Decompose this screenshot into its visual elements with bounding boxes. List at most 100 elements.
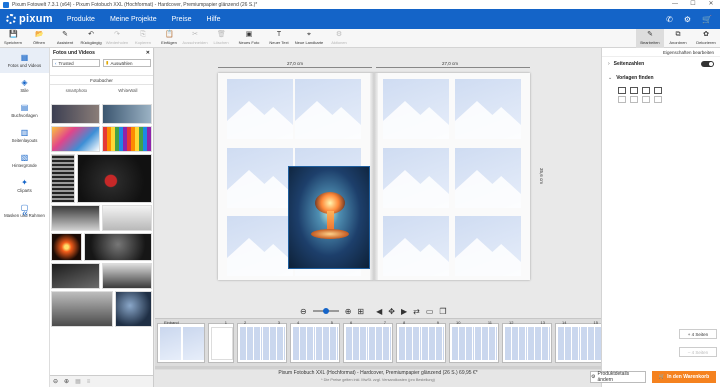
- spread-thumbnail[interactable]: 45: [290, 320, 340, 363]
- toolbar-button-wand[interactable]: ✎ Assistent: [52, 29, 78, 48]
- template-filter-8[interactable]: [654, 96, 662, 103]
- zoom-handle[interactable]: [322, 308, 329, 314]
- toolbar-button-new-text[interactable]: T Neuer Text: [264, 29, 294, 48]
- toolbar-button-redo[interactable]: ↷ Wiederholen: [104, 29, 130, 48]
- template-filter-4[interactable]: [654, 87, 662, 94]
- maximize-button[interactable]: ☐: [684, 0, 702, 9]
- toolbar-button-actions[interactable]: ⚙ Aktionen: [324, 29, 354, 48]
- mode-button-arrange[interactable]: ⧉ Anordnen: [664, 29, 692, 48]
- zoom-out-icon[interactable]: ⊖: [53, 378, 58, 385]
- rail-item-backgrounds[interactable]: ▧ Hintergründe: [0, 148, 49, 173]
- photo-placeholder[interactable]: [383, 79, 449, 139]
- rail-item-cliparts[interactable]: ✦ Cliparts: [0, 173, 49, 198]
- photo-placeholder[interactable]: [455, 79, 521, 139]
- photo-placeholder[interactable]: [227, 216, 293, 276]
- grid-icon[interactable]: ▦: [75, 378, 81, 385]
- photo-thumb[interactable]: [51, 205, 100, 231]
- photo-thumb[interactable]: [102, 205, 152, 231]
- prev-page-icon[interactable]: ◀: [376, 307, 382, 316]
- swap-icon[interactable]: ⇄: [413, 307, 420, 316]
- minimize-button[interactable]: —: [666, 0, 684, 9]
- rail-item-photos[interactable]: ▦ Fotos und Videos: [0, 48, 49, 73]
- photo-placeholder[interactable]: [295, 79, 361, 139]
- rail-item-book-templates[interactable]: ▤ Buchvorlagen: [0, 98, 49, 123]
- photo-thumb[interactable]: [51, 263, 100, 289]
- spread-thumbnail[interactable]: 23: [237, 320, 287, 363]
- menu-meine-projekte[interactable]: Meine Projekte: [110, 16, 157, 23]
- template-filter-6[interactable]: [630, 96, 638, 103]
- spread-thumbnail[interactable]: 67: [343, 320, 393, 363]
- photo-placeholder[interactable]: [455, 148, 521, 208]
- photo-placeholder[interactable]: [227, 79, 293, 139]
- photo-thumb[interactable]: [51, 126, 100, 152]
- photo-thumb[interactable]: [51, 154, 75, 203]
- photo-placeholder[interactable]: [383, 216, 449, 276]
- album-whitewall[interactable]: WhiteWall: [118, 87, 137, 94]
- template-filter-5[interactable]: [618, 96, 626, 103]
- rail-item-styles[interactable]: ◈ Stile: [0, 73, 49, 98]
- add-photo-icon[interactable]: ⊞: [357, 307, 364, 316]
- phone-icon[interactable]: ✆: [666, 15, 673, 24]
- photo-thumb[interactable]: [102, 126, 152, 152]
- find-templates-section[interactable]: ⌄ Vorlagen finden: [602, 71, 720, 85]
- cover-thumbnail[interactable]: Einband: [157, 320, 205, 363]
- zoom-in-icon[interactable]: ⊕: [345, 307, 352, 316]
- gear-icon[interactable]: ⚙: [684, 15, 691, 24]
- page-numbers-section[interactable]: › Seitenzahlen: [602, 57, 720, 71]
- close-window-button[interactable]: ✕: [702, 0, 720, 9]
- menu-preise[interactable]: Preise: [172, 16, 192, 23]
- rail-item-page-layouts[interactable]: ▥ Seitenlayouts: [0, 123, 49, 148]
- zoom-in-icon[interactable]: ⊕: [64, 378, 69, 385]
- spread-thumbnail[interactable]: 10 11: [449, 320, 499, 363]
- trusted-dropdown[interactable]: ‹ Trusted: [52, 59, 100, 67]
- template-filter-3[interactable]: [642, 87, 650, 94]
- placed-photo[interactable]: [288, 166, 370, 269]
- layout-icon[interactable]: ▭: [426, 307, 434, 316]
- spread-thumbnail[interactable]: 14 15: [555, 320, 605, 363]
- fit-view-icon[interactable]: ✥: [388, 307, 395, 316]
- add-pages-button[interactable]: + 4 Seiten: [679, 329, 717, 339]
- zoom-out-icon[interactable]: ⊖: [300, 307, 307, 316]
- toolbar-button-copy[interactable]: ⎘ Kopieren: [130, 29, 156, 48]
- toolbar-button-new-photo[interactable]: ▣ Neues Foto: [234, 29, 264, 48]
- copy-page-icon[interactable]: ❐: [439, 307, 446, 316]
- pixum-logo[interactable]: pixum: [6, 13, 53, 25]
- photo-placeholder[interactable]: [227, 148, 293, 208]
- toolbar-button-undo[interactable]: ↶ Rückgängig: [78, 29, 104, 48]
- photo-thumb[interactable]: [115, 291, 152, 327]
- album-smartphoto[interactable]: smartphoto: [66, 87, 88, 94]
- template-filter-2[interactable]: [630, 87, 638, 94]
- editor-canvas[interactable]: 27,0 cm 27,0 cm 35,6 cm: [155, 48, 601, 318]
- menu-produkte[interactable]: Produkte: [67, 16, 95, 23]
- spread-thumbnail[interactable]: 1: [208, 320, 234, 363]
- zoom-slider[interactable]: [312, 308, 339, 314]
- photo-thumb[interactable]: [102, 263, 152, 289]
- product-details-button[interactable]: ⚙ Produktdetails ändern: [590, 371, 646, 383]
- toolbar-button-save[interactable]: 💾 Speichern: [0, 29, 26, 48]
- photo-placeholder[interactable]: [455, 216, 521, 276]
- add-to-cart-button[interactable]: 🛒 In den Warenkorb: [652, 371, 716, 383]
- menu-hilfe[interactable]: Hilfe: [206, 16, 220, 23]
- template-filter-7[interactable]: [642, 96, 650, 103]
- toolbar-button-folder[interactable]: 📂 Öffnen: [26, 29, 52, 48]
- spread-thumbnail[interactable]: 12 13: [502, 320, 552, 363]
- collapse-icon[interactable]: «: [0, 208, 50, 219]
- photo-placeholder[interactable]: [383, 148, 449, 208]
- toolbar-button-delete[interactable]: 🗑 Löschen: [208, 29, 234, 48]
- spread-thumbnail[interactable]: 89: [396, 320, 446, 363]
- mode-button-decorate[interactable]: ✿ Dekorieren: [692, 29, 720, 48]
- mode-button-edit[interactable]: ✎ Bearbeiten: [636, 29, 664, 48]
- photo-thumb[interactable]: [84, 233, 152, 261]
- next-page-icon[interactable]: ▶: [401, 307, 407, 316]
- template-filter-1[interactable]: [618, 87, 626, 94]
- close-icon[interactable]: ✕: [146, 50, 150, 56]
- toolbar-button-new-map[interactable]: ⌖ Neue Landkarte: [294, 29, 324, 48]
- photo-thumb[interactable]: [51, 104, 100, 124]
- page-numbers-toggle[interactable]: [701, 61, 714, 67]
- photo-thumb[interactable]: [102, 104, 152, 124]
- toolbar-button-paste[interactable]: 📋 Einfügen: [156, 29, 182, 48]
- photo-thumb[interactable]: [51, 291, 113, 327]
- remove-pages-button[interactable]: – 4 Seiten: [679, 347, 717, 357]
- cart-icon[interactable]: 🛒: [702, 15, 712, 24]
- folder-name[interactable]: Fotobücher: [50, 75, 153, 85]
